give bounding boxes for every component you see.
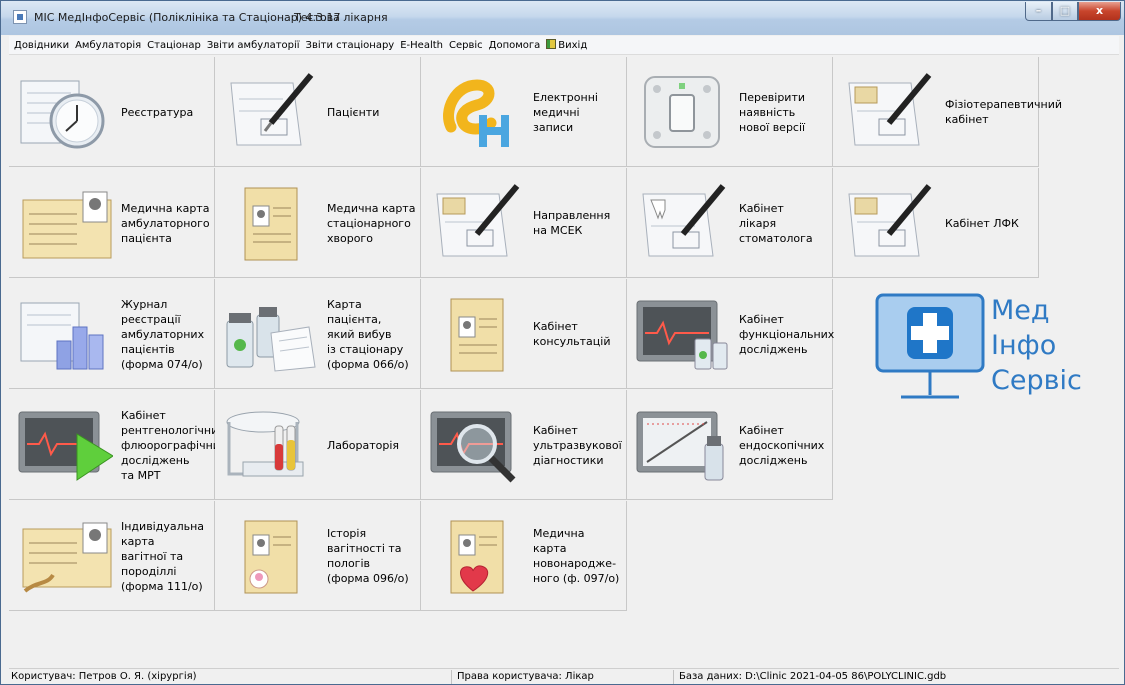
bar-chart-document-icon — [20, 302, 104, 370]
tile-label: Індивідуальна карта вагітної та породілл… — [121, 519, 205, 593]
card-pen-icon — [436, 184, 520, 257]
card-pen-icon — [848, 73, 932, 146]
tile-label: Фізіотерапевтичний кабінет — [945, 98, 1063, 126]
menu-inpatient[interactable]: Стаціонар — [144, 40, 204, 51]
tile-label: Історія вагітності та пологів (форма 096… — [327, 527, 409, 585]
menu-inpatient-reports[interactable]: Звіти стаціонару — [303, 40, 398, 51]
main-panel: Реєстратура Пацієнти Електронні медичні … — [9, 57, 1119, 665]
tile-emr[interactable]: Електронні медичні записи — [421, 57, 627, 167]
tile-label: Медична карта амбулаторного пацієнта — [121, 201, 210, 245]
maximize-icon: □ — [1059, 4, 1071, 17]
menu-service[interactable]: Сервіс — [446, 40, 486, 51]
minimize-button[interactable]: – — [1025, 2, 1052, 21]
monitor-play-icon — [18, 411, 113, 481]
tile-physio[interactable]: Фізіотерапевтичний кабінет — [833, 57, 1062, 167]
tile-label: Лабораторія — [327, 438, 400, 452]
status-separator — [673, 670, 674, 684]
medicine-bottles-icon — [226, 307, 316, 372]
app-window: МІС МедІнфоСервіс (Поліклініка та Стаціо… — [0, 0, 1125, 685]
tile-label: Кабінет функціональних досліджень — [739, 312, 835, 356]
medical-card-icon — [22, 191, 112, 259]
tooth-form-icon — [642, 184, 726, 257]
monitor-bottle-icon — [636, 411, 724, 481]
tile-ultrasound[interactable]: Кабінет ультразвукової діагностики — [421, 390, 627, 500]
tile-newborn-card[interactable]: Медична карта новонародже- ного (ф. 097/… — [421, 501, 627, 611]
title-bar[interactable]: МІС МедІнфоСервіс (Поліклініка та Стаціо… — [1, 1, 1124, 35]
tile-dentist[interactable]: Кабінет лікаря стоматолога — [627, 168, 833, 278]
status-rights: Права користувача: Лікар — [457, 671, 594, 682]
close-icon: x — [1095, 4, 1104, 17]
tile-lfk[interactable]: Кабінет ЛФК — [833, 168, 1039, 278]
tile-lab[interactable]: Лабораторія — [215, 390, 421, 500]
tile-registry[interactable]: Реєстратура — [9, 57, 215, 167]
form-pen-icon — [230, 73, 314, 146]
tile-label: Карта пацієнта, який вибув із стаціонару… — [327, 297, 409, 371]
card-pen-icon — [848, 184, 932, 257]
tile-label: Кабінет консультацій — [533, 320, 611, 348]
folder-baby-icon — [244, 520, 298, 594]
menu-exit[interactable]: Вихід — [543, 39, 590, 51]
monitor-magnifier-icon — [430, 411, 516, 483]
tile-label: Кабінет рентгенологічних, флюорографічни… — [121, 408, 229, 482]
tile-label: Направлення на МСЕК — [533, 209, 611, 237]
app-icon[interactable] — [13, 10, 27, 24]
tile-label: Кабінет ЛФК — [945, 216, 1019, 230]
tile-xray[interactable]: Кабінет рентгенологічних, флюорографічни… — [9, 390, 228, 500]
card-stethoscope-icon — [22, 522, 112, 593]
minimize-icon: – — [1035, 4, 1042, 17]
tile-label: Медична карта новонародже- ного (ф. 097/… — [533, 527, 620, 585]
switch-icon — [644, 76, 720, 148]
menu-ehealth[interactable]: E-Health — [397, 40, 446, 51]
status-user: Користувач: Петров О. Я. (хірургія) — [11, 671, 197, 682]
tile-journal[interactable]: Журнал реєстрації амбулаторних пацієнтів… — [9, 279, 215, 389]
tile-discharge-card[interactable]: Карта пацієнта, який вибув із стаціонару… — [215, 279, 421, 389]
exit-icon — [546, 39, 557, 49]
maximize-button[interactable]: □ — [1052, 2, 1078, 21]
folder-heart-icon — [450, 520, 504, 594]
clock-document-icon — [20, 80, 105, 149]
tile-update[interactable]: Перевірити наявність нової версії — [627, 57, 833, 167]
menu-help[interactable]: Допомога — [486, 40, 544, 51]
tile-outpatient-card[interactable]: Медична карта амбулаторного пацієнта — [9, 168, 215, 278]
menu-directories[interactable]: Довідники — [11, 40, 72, 51]
menu-outpatient[interactable]: Амбулаторія — [72, 40, 144, 51]
tile-label: Електронні медичні записи — [533, 90, 598, 134]
monitor-cross-icon — [875, 293, 985, 399]
lab-scale-icon — [226, 411, 304, 477]
medinfoservice-logo: Мед Інфо Сервіс — [871, 291, 1111, 411]
tile-label: Кабінет лікаря стоматолога — [739, 201, 813, 245]
status-bar: Користувач: Петров О. Я. (хірургія) Прав… — [9, 668, 1119, 684]
menu-bar: Довідники Амбулаторія Стаціонар Звіти ам… — [9, 36, 1119, 55]
tile-label: Журнал реєстрації амбулаторних пацієнтів… — [121, 297, 205, 371]
ehealth-logo-icon — [443, 79, 509, 147]
tile-label: Пацієнти — [327, 105, 380, 119]
monitor-bottles-icon — [636, 300, 728, 370]
tile-pregnancy-card[interactable]: Індивідуальна карта вагітної та породілл… — [9, 501, 215, 611]
tile-label: Кабінет ультразвукової діагностики — [533, 423, 622, 467]
window-subtitle: Тестова лікарня — [294, 11, 388, 24]
status-database: База даних: D:\Clinic 2021-04-05 86\POLY… — [679, 671, 947, 682]
menu-outpatient-reports[interactable]: Звіти амбулаторії — [204, 40, 303, 51]
tile-birth-history[interactable]: Історія вагітності та пологів (форма 096… — [215, 501, 421, 611]
menu-exit-label: Вихід — [558, 40, 588, 51]
tile-label: Медична карта стаціонарного хворого — [327, 201, 416, 245]
close-button[interactable]: x — [1078, 2, 1121, 21]
tile-label: Перевірити наявність нової версії — [739, 90, 806, 134]
logo-text: Мед Інфо Сервіс — [991, 295, 1082, 396]
tile-label: Кабінет ендоскопічних досліджень — [739, 423, 825, 467]
folder-card-icon — [244, 187, 298, 261]
tile-msek[interactable]: Направлення на МСЕК — [421, 168, 627, 278]
tile-endoscopy[interactable]: Кабінет ендоскопічних досліджень — [627, 390, 833, 500]
tile-consult[interactable]: Кабінет консультацій — [421, 279, 627, 389]
status-separator — [451, 670, 452, 684]
folder-card-icon — [450, 298, 504, 372]
tile-patients[interactable]: Пацієнти — [215, 57, 421, 167]
tile-functional[interactable]: Кабінет функціональних досліджень — [627, 279, 835, 389]
tile-inpatient-card[interactable]: Медична карта стаціонарного хворого — [215, 168, 421, 278]
tile-label: Реєстратура — [121, 105, 194, 119]
